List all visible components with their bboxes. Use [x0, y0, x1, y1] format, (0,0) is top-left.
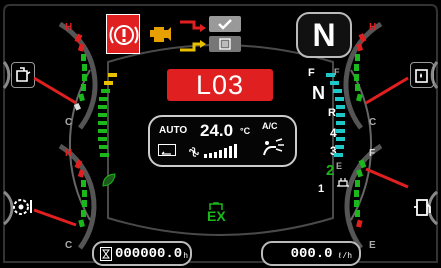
level-full-label: F: [334, 67, 340, 77]
gauge-needle: [365, 167, 409, 189]
gauge-needle: [33, 208, 77, 227]
gauge-scale: [74, 159, 87, 228]
ex-label: EX: [207, 208, 226, 224]
warning-panel: [106, 14, 256, 54]
climate-temperature: 24.0: [200, 121, 234, 140]
list-icon[interactable]: [209, 36, 241, 52]
level-empty-label: E: [336, 161, 343, 171]
climate-mode-label: AUTO: [159, 125, 188, 136]
level-bar-graph: [326, 73, 345, 157]
fuel-rate-value: 000.0: [290, 245, 333, 262]
status-arrows: [180, 20, 206, 52]
hour-meter-value: 000000.0: [115, 245, 183, 262]
climate-temp-unit: °C: [240, 126, 251, 136]
hydraulic-oil-icon: [410, 62, 434, 88]
fuel-rate-display: 000.0 ℓ/h: [261, 241, 361, 266]
shift-gear-1: 1: [318, 183, 325, 195]
airflow-icon: [258, 135, 288, 159]
shift-forward-label: F: [308, 67, 315, 79]
hour-meter-unit: h: [183, 252, 189, 261]
climate-control-panel[interactable]: AUTO 24.0 °C A/C: [148, 115, 297, 167]
gauge-needle: [365, 76, 409, 105]
recirculation-icon: [158, 144, 176, 156]
gauge-scale: [73, 33, 87, 111]
climate-ac-label: A/C: [262, 121, 278, 131]
gauge-needle: [33, 76, 77, 105]
checkmark-icon[interactable]: [209, 16, 241, 32]
fan-icon: [187, 145, 201, 157]
gear-indicator: N: [296, 12, 352, 58]
brake-warning-icon[interactable]: [106, 14, 140, 54]
hour-meter: 000000.0 h: [92, 241, 192, 266]
load-bar-graph: [98, 73, 117, 157]
fuel-rate-unit: ℓ/h: [337, 251, 352, 261]
hourglass-icon: [100, 246, 112, 261]
engine-check-icon: [146, 20, 176, 48]
exhaust-mode-indicator: EX: [205, 199, 227, 225]
fuel-pump-icon: [410, 195, 434, 219]
engine-run-icon: [334, 175, 352, 189]
leaf-icon: [101, 172, 117, 188]
error-code-display: L03: [167, 69, 273, 101]
fan-level-bars: [204, 144, 237, 158]
